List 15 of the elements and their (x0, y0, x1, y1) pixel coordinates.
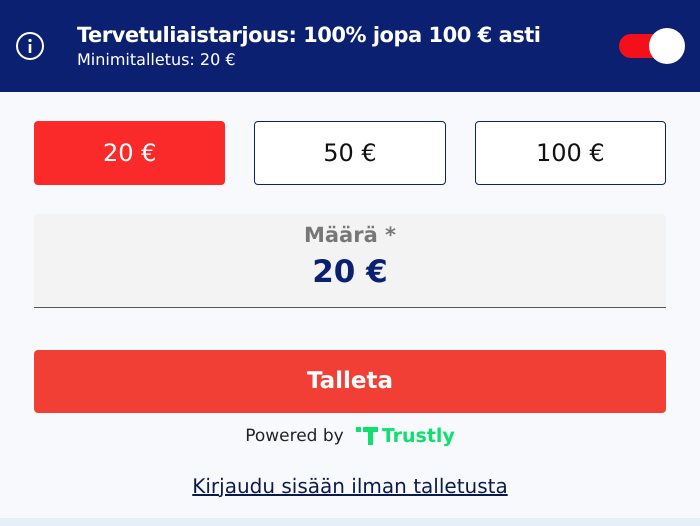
amount-field[interactable]: Määrä * 20 € (34, 214, 666, 308)
field-label: Määrä * (304, 222, 396, 249)
amount-option[interactable]: 100 € (474, 121, 666, 185)
field-value: 20 € (312, 253, 388, 292)
toggle-switch[interactable] (619, 28, 685, 64)
banner-subtitle: Minimitalletus: 20 € (77, 49, 237, 71)
info-icon[interactable] (15, 31, 45, 61)
login-link[interactable]: Kirjaudu sisään ilman talletusta (192, 470, 508, 500)
brand-name: Trustly (382, 424, 455, 449)
amount-option[interactable]: 50 € (254, 121, 446, 185)
amount-option[interactable]: 20 € (34, 121, 226, 185)
deposit-button[interactable]: Talleta (34, 350, 666, 413)
banner-title: Tervetuliaistarjous: 100% jopa 100 € asti (77, 22, 542, 49)
powered-by-text: Powered by (245, 424, 344, 448)
trustly-logo-icon (356, 427, 378, 446)
